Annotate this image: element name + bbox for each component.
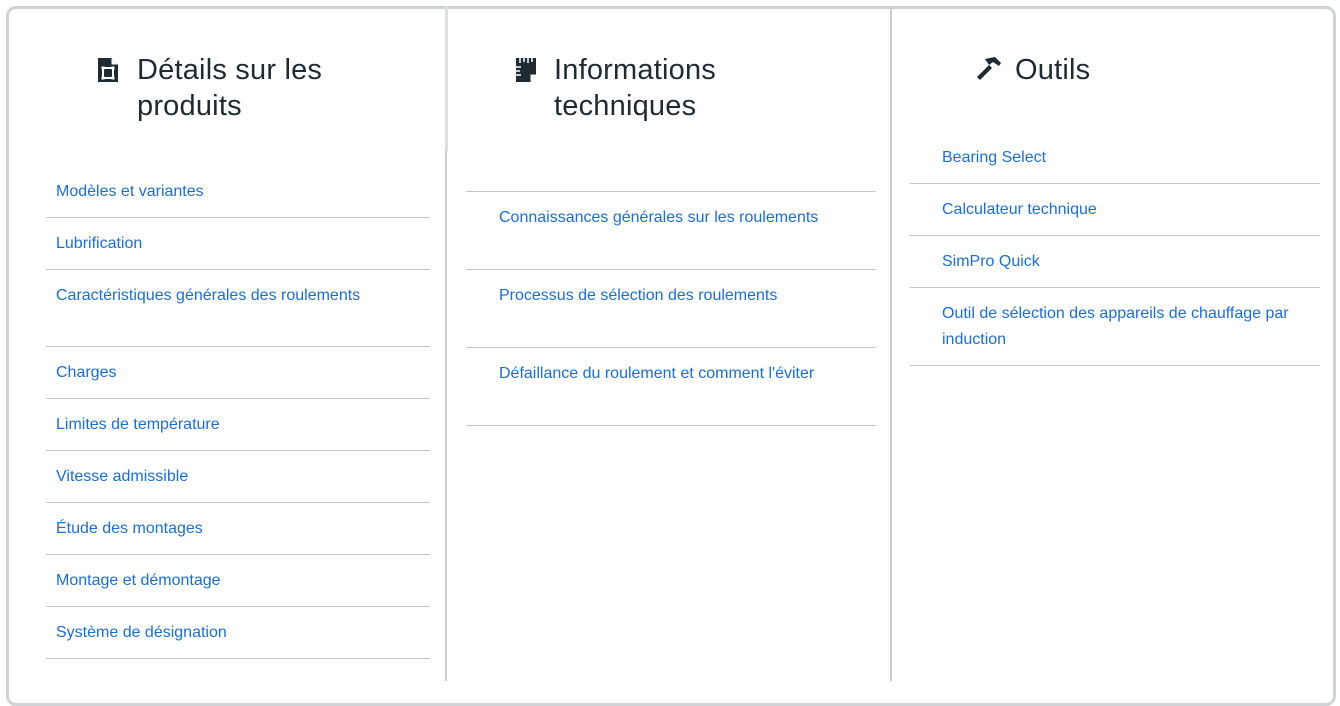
list-item: Connaissances générales sur les roulemen… (466, 192, 876, 270)
link-temperature-limits[interactable]: Limites de température (46, 412, 430, 438)
link-technical-calculator[interactable]: Calculateur technique (910, 197, 1320, 223)
product-document-icon (97, 57, 123, 83)
link-models-variants[interactable]: Modèles et variantes (46, 179, 430, 205)
tools-hammer-icon (975, 55, 1001, 81)
list-item: Vitesse admissible (46, 451, 430, 503)
link-induction-heater-selector[interactable]: Outil de sélection des appareils de chau… (910, 301, 1320, 353)
column-divider (445, 6, 448, 151)
technical-info-header: Informations techniques (514, 52, 834, 124)
product-details-links: Modèles et variantes Lubrification Carac… (46, 166, 430, 659)
column-divider (445, 151, 447, 681)
link-general-characteristics[interactable]: Caractéristiques générales des roulement… (46, 283, 430, 309)
list-item: Modèles et variantes (46, 166, 430, 218)
panel-title: Détails sur les produits (137, 54, 323, 122)
column-divider (890, 6, 892, 681)
list-item: Montage et démontage (46, 555, 430, 607)
technical-info-links: Connaissances générales sur les roulemen… (466, 191, 876, 426)
list-item: Calculateur technique (910, 184, 1320, 236)
list-item: SimPro Quick (910, 236, 1320, 288)
list-item: Charges (46, 347, 430, 399)
list-item: Bearing Select (910, 132, 1320, 184)
list-item: Limites de température (46, 399, 430, 451)
tools-header: Outils (975, 52, 1275, 88)
list-item: Défaillance du roulement et comment l'év… (466, 348, 876, 426)
list-item: Outil de sélection des appareils de chau… (910, 288, 1320, 366)
link-permissible-speed[interactable]: Vitesse admissible (46, 464, 430, 490)
list-item: Étude des montages (46, 503, 430, 555)
link-bearing-select[interactable]: Bearing Select (910, 145, 1320, 171)
panel-title: Outils (1015, 54, 1091, 86)
technical-sheet-icon (514, 57, 540, 83)
link-lubrication[interactable]: Lubrification (46, 231, 430, 257)
list-item: Caractéristiques générales des roulement… (46, 270, 430, 347)
list-item: Lubrification (46, 218, 430, 270)
link-mounting-dismounting[interactable]: Montage et démontage (46, 568, 430, 594)
tools-links: Bearing Select Calculateur technique Sim… (910, 132, 1320, 366)
link-simpro-quick[interactable]: SimPro Quick (910, 249, 1320, 275)
list-item: Processus de sélection des roulements (466, 270, 876, 348)
product-details-header: Détails sur les produits (97, 52, 397, 124)
link-loads[interactable]: Charges (46, 360, 430, 386)
link-designation-system[interactable]: Système de désignation (46, 620, 430, 646)
link-general-knowledge[interactable]: Connaissances générales sur les roulemen… (466, 205, 876, 231)
link-bearing-failure[interactable]: Défaillance du roulement et comment l'év… (466, 361, 876, 387)
panel-title: Informations techniques (554, 54, 716, 122)
link-selection-process[interactable]: Processus de sélection des roulements (466, 283, 876, 309)
list-item: Système de désignation (46, 607, 430, 659)
link-mounting-design[interactable]: Étude des montages (46, 516, 430, 542)
